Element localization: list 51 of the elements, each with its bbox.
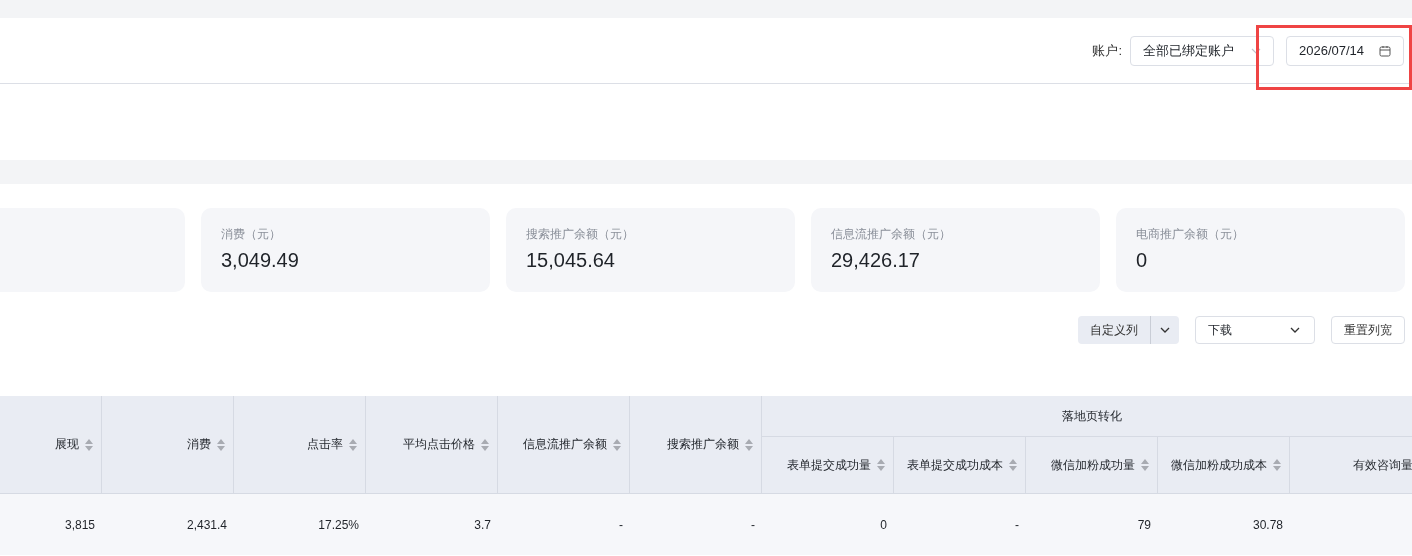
- group-header: 落地页转化: [762, 396, 1412, 437]
- sort-icon: [1273, 459, 1281, 471]
- stat-value: 0: [1136, 249, 1149, 272]
- column-header[interactable]: 微信加粉成功成本: [1158, 437, 1290, 494]
- stat-label: 搜索推广余额（元）: [526, 226, 635, 243]
- column-header[interactable]: 搜索推广余额: [630, 396, 762, 494]
- column-header[interactable]: 表单提交成功量: [762, 437, 894, 494]
- column-header[interactable]: 表单提交成功成本: [894, 437, 1026, 494]
- column-header[interactable]: 点击率: [234, 396, 366, 494]
- stat-label: 信息流推广余额（元）: [831, 226, 952, 243]
- table-cell: 3,815: [0, 494, 102, 555]
- column-header[interactable]: 消费: [102, 396, 234, 494]
- table-cell: 17.25%: [234, 494, 366, 555]
- stat-label: 电商推广余额（元）: [1136, 226, 1245, 243]
- column-header[interactable]: 微信加粉成功量: [1026, 437, 1158, 494]
- date-picker[interactable]: 2026/07/14: [1286, 35, 1404, 66]
- table-cell: 2,431.4: [102, 494, 234, 555]
- table-cell: 3.7: [366, 494, 498, 555]
- sort-icon: [349, 438, 357, 451]
- table-cell: 79: [1026, 494, 1158, 555]
- download-select[interactable]: 下载: [1195, 316, 1315, 344]
- table-cell: -: [498, 494, 630, 555]
- sort-icon: [1141, 459, 1149, 471]
- chevron-down-icon: [1251, 47, 1261, 54]
- sort-icon: [613, 438, 621, 451]
- column-header[interactable]: 平均点击价格: [366, 396, 498, 494]
- sort-icon: [85, 438, 93, 451]
- account-select[interactable]: 全部已绑定账户: [1130, 35, 1274, 66]
- stat-value: 3,049.49: [221, 249, 300, 272]
- stat-value: 15,045.64: [526, 249, 616, 272]
- column-header[interactable]: 有效咨询量: [1290, 437, 1412, 494]
- sort-icon: [1009, 459, 1017, 471]
- sort-icon: [877, 459, 885, 471]
- sort-icon: [217, 438, 225, 451]
- table-cell: 30.78: [1158, 494, 1290, 555]
- sort-icon: [745, 438, 753, 451]
- column-header[interactable]: 信息流推广余额: [498, 396, 630, 494]
- stat-label: 消费（元）: [221, 226, 282, 243]
- table-cell: -: [630, 494, 762, 555]
- column-header[interactable]: 展现: [0, 396, 102, 494]
- dropdown-button[interactable]: [1151, 316, 1179, 344]
- table-cell: 0: [762, 494, 894, 555]
- chevron-down-icon: [1160, 327, 1170, 333]
- table-cell: -: [894, 494, 1026, 555]
- sort-icon: [481, 438, 489, 451]
- calendar-icon: [1379, 44, 1391, 57]
- stat-value: 29,426.17: [831, 249, 921, 272]
- account-label: 账户:: [1092, 41, 1122, 60]
- reset-width-button[interactable]: 重置列宽: [1331, 316, 1405, 344]
- custom-columns-button[interactable]: 自定义列: [1078, 316, 1151, 344]
- chevron-down-icon: [1290, 327, 1300, 333]
